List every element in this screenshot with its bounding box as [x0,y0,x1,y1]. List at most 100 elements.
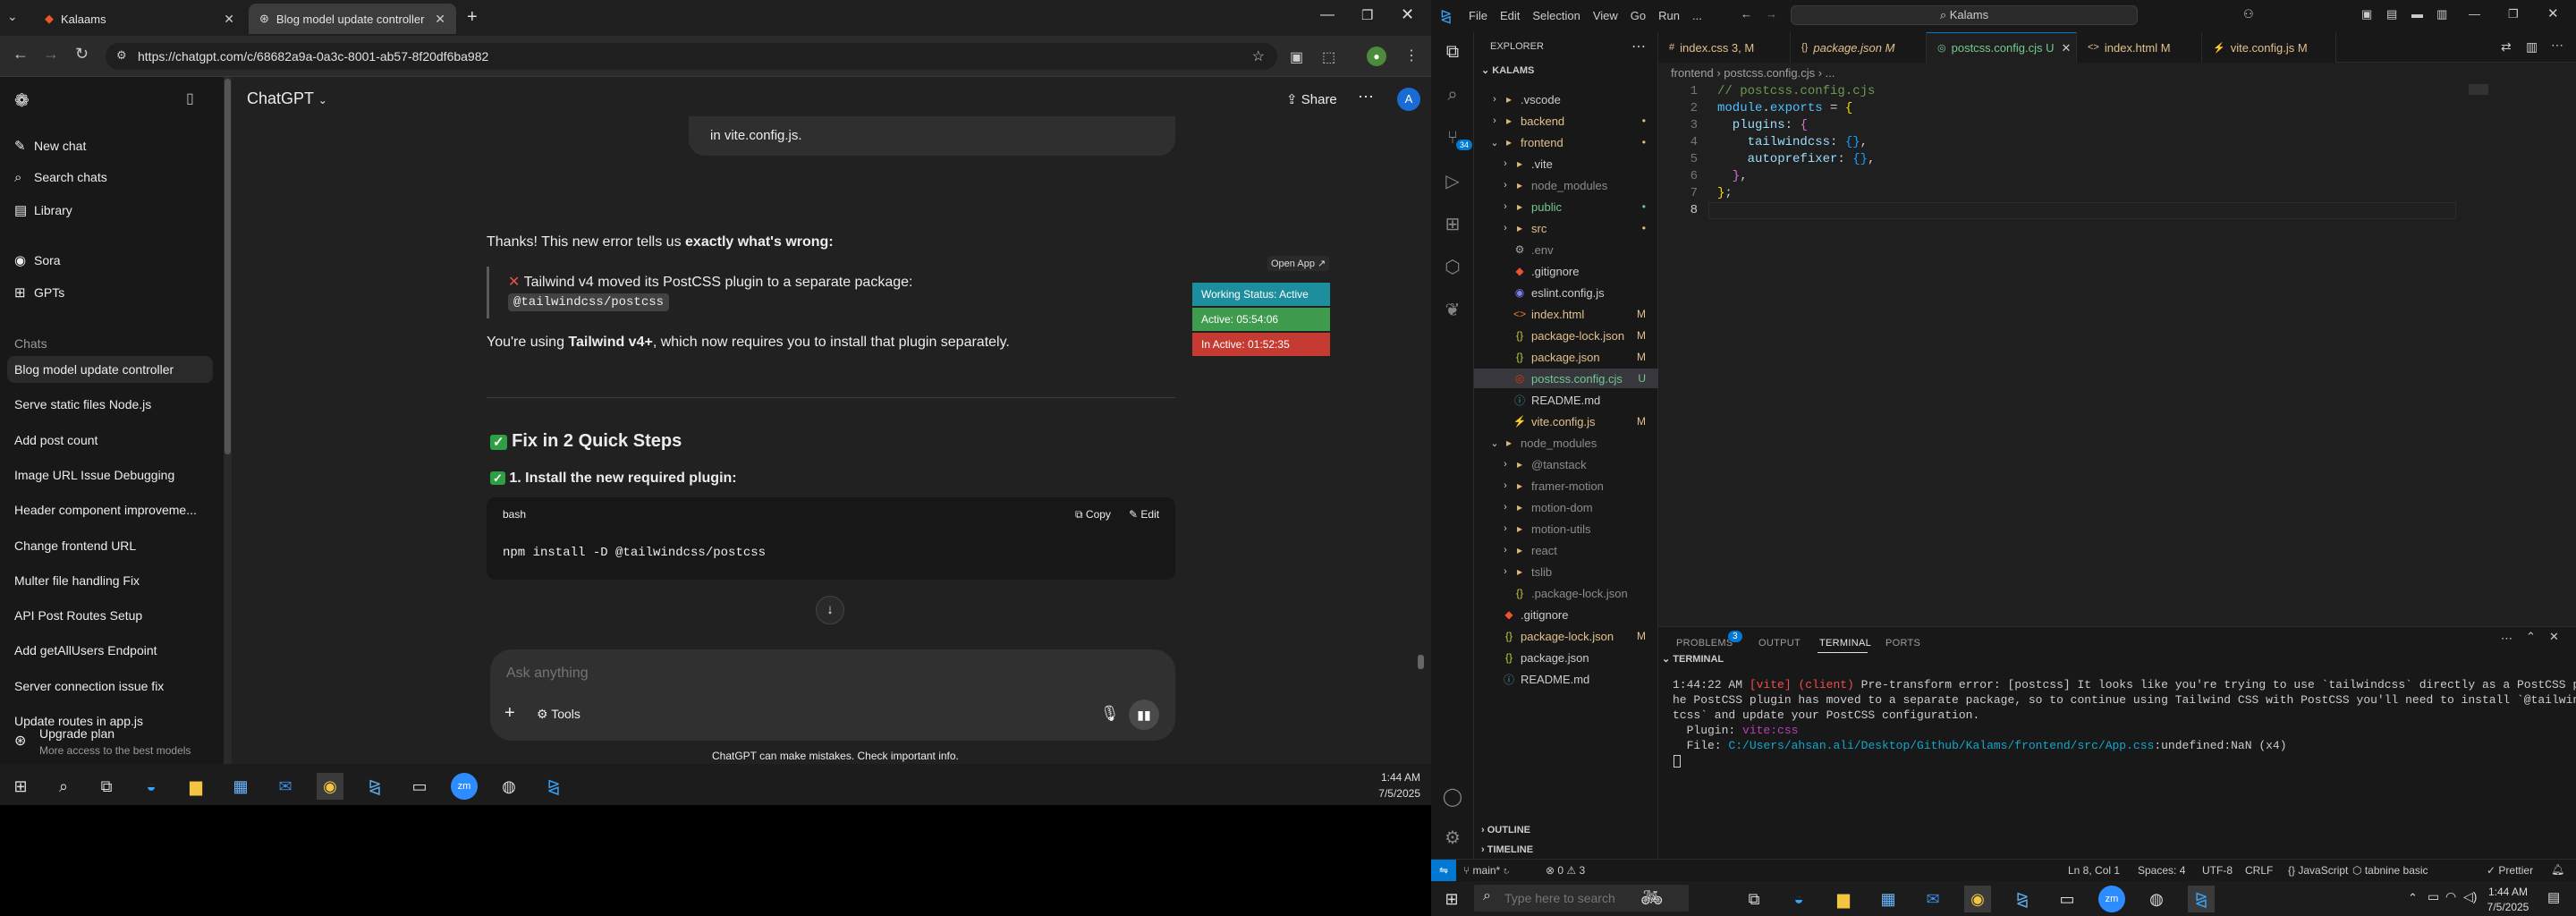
vscode-blue-icon[interactable]: ⧎ [2009,886,2036,912]
more-options-icon[interactable]: ⋯ [1358,88,1374,106]
editor-tab[interactable]: {} package.json M [1791,32,1927,63]
split-editor-icon[interactable]: ▥ [2526,39,2538,55]
microphone-icon[interactable]: 🎙︎ [1100,705,1120,723]
voice-mode-button[interactable]: ▮▮ [1129,700,1159,730]
tabnine-status[interactable]: ⬡ tabnine basic [2352,864,2428,877]
chat-list-item[interactable]: Server connection issue fix [7,673,213,700]
chat-list-item[interactable]: Change frontend URL [7,532,213,559]
zoom-icon[interactable]: zm [451,773,478,800]
close-window-icon[interactable]: ✕ [1401,5,1414,24]
compare-icon[interactable]: ⇄ [2501,39,2512,55]
mail-icon[interactable]: ✉ [1919,886,1946,912]
file-tree-item[interactable]: › ▸ framer-motion [1474,476,1658,496]
gpts-button[interactable]: ⊞ GPTs [14,284,64,301]
file-tree-item[interactable]: › ▸ public • [1474,197,1658,216]
copy-button[interactable]: ⧉ Copy [1075,508,1111,522]
prompt-input[interactable] [506,662,1132,685]
timeline-section[interactable]: › TIMELINE [1481,844,1533,855]
reload-icon[interactable]: ↻ [75,45,89,64]
menu-item[interactable]: ... [1692,9,1702,22]
chat-list-item[interactable]: Serve static files Node.js [7,391,213,418]
volume-icon[interactable]: ◁) [2463,889,2477,904]
user-avatar[interactable]: A [1397,88,1420,111]
file-tree-item[interactable]: ⌄ ▸ node_modules [1474,433,1658,453]
chrome-icon[interactable]: ◉ [1964,886,1991,912]
vscode-icon[interactable]: ⧎ [540,773,567,800]
terminal-icon[interactable]: ▭ [2054,886,2080,912]
windows-start-icon[interactable]: ⊞ [1438,886,1465,912]
file-tree-item[interactable]: › ▸ backend • [1474,111,1658,131]
edit-button[interactable]: ✎ Edit [1129,508,1159,521]
toggle-panel-icon[interactable]: ▬ [2411,7,2423,21]
toggle-sidebar-icon[interactable]: ▤ [2386,7,2397,21]
root-folder[interactable]: ⌄ KALAMS [1481,64,1534,76]
file-tree-item[interactable]: › ▸ @tanstack [1474,454,1658,474]
chat-list-item[interactable]: API Post Routes Setup [7,602,213,629]
tabnine-icon[interactable]: ⬡ [1442,256,1463,277]
explorer-icon[interactable]: ⧉ [1442,41,1463,63]
toggle-secondary-icon[interactable]: ▥ [2436,7,2447,21]
bookmark-star-icon[interactable]: ☆ [1252,47,1265,65]
extension-icon[interactable]: ⬚ [1322,48,1335,66]
edge-icon[interactable]: ◒ [1785,886,1812,912]
profile-avatar[interactable]: ● [1367,47,1386,66]
indentation[interactable]: Spaces: 4 [2138,864,2185,877]
close-icon[interactable]: ✕ [2061,41,2071,55]
file-tree-item[interactable]: {} package-lock.json M [1474,626,1658,646]
vscode-icon[interactable]: ⧎ [2188,886,2215,912]
minimize-icon[interactable]: — [2469,7,2480,21]
panel-tab-ports[interactable]: PORTS [1885,630,1920,657]
chat-scroll-thumb[interactable] [1418,655,1424,669]
cursor-position[interactable]: Ln 8, Col 1 [2068,864,2120,877]
file-tree-item[interactable]: › ▸ .vscode [1474,89,1658,109]
back-icon[interactable]: ← [13,45,29,64]
file-explorer-icon[interactable]: ▆ [1830,886,1857,912]
tray-chevron-icon[interactable]: ⌃ [2408,891,2418,905]
terminal-icon[interactable]: ▭ [406,773,433,800]
model-selector[interactable]: ChatGPT ⌄ [247,89,327,108]
file-tree-item[interactable]: ⚡ vite.config.js M [1474,411,1658,431]
store-icon[interactable]: ▦ [1875,886,1902,912]
layout-icon[interactable]: ▣ [2361,7,2372,21]
file-tree-item[interactable]: <> index.html M [1474,304,1658,324]
panel-maximize-icon[interactable]: ⌃ [2526,630,2536,644]
maximize-icon[interactable]: ❐ [1361,7,1373,23]
close-icon[interactable]: ✕ [224,12,234,27]
eol[interactable]: CRLF [2245,864,2273,877]
language-mode[interactable]: {} JavaScript [2288,864,2348,877]
notification-center-icon[interactable]: ▤ [2547,889,2560,905]
file-tree-item[interactable]: {} package.json M [1474,347,1658,367]
file-tree-item[interactable]: ◆ .gitignore [1474,605,1658,624]
mongodb-icon[interactable]: ❦ [1442,299,1463,320]
file-tree-item[interactable]: ◎ postcss.config.cjs U [1474,369,1658,388]
command-center-search[interactable]: ⌕ Kalams [1791,5,2138,25]
file-tree-item[interactable]: › ▸ tslib [1474,562,1658,581]
file-tree-item[interactable]: ⓘ README.md [1474,390,1658,410]
search-icon[interactable]: ⌕ [50,773,77,800]
clock-2[interactable]: 1:44 AM 7/5/2025 [2479,886,2537,913]
file-tree-item[interactable]: ◆ .gitignore [1474,261,1658,281]
chat-list-item[interactable]: Multer file handling Fix [7,567,213,594]
menu-item[interactable]: Edit [1500,9,1520,22]
share-button[interactable]: ⇪ Share [1286,91,1337,107]
task-view-icon[interactable]: ⧉ [93,773,120,800]
chat-list-item[interactable]: Blog model update controller [7,356,213,383]
minimap[interactable] [2469,84,2488,95]
copilot-icon[interactable]: ⚇ [2243,7,2254,21]
scroll-down-button[interactable]: ↓ [816,596,844,624]
file-tree-item[interactable]: › ▸ .vite [1474,154,1658,174]
run-debug-icon[interactable]: ▷ [1442,170,1463,191]
extensions-icon[interactable]: ⊞ [1442,213,1463,234]
minimize-icon[interactable]: — [1320,7,1335,23]
windows-start-icon[interactable]: ⊞ [7,773,34,800]
task-view-icon[interactable]: ⧉ [1741,886,1767,912]
account-icon[interactable]: ◯ [1442,785,1463,807]
encoding[interactable]: UTF-8 [2202,864,2233,877]
manage-gear-icon[interactable]: ⚙ [1442,827,1463,848]
explorer-more-icon[interactable]: ⋯ [1631,38,1646,55]
panel-more-icon[interactable]: ⋯ [2501,632,2512,646]
close-icon[interactable]: ✕ [435,12,445,27]
mail-icon[interactable]: ✉ [272,773,299,800]
remote-indicator[interactable]: ⇋ [1431,860,1456,881]
file-tree-item[interactable]: {} .package-lock.json [1474,583,1658,603]
